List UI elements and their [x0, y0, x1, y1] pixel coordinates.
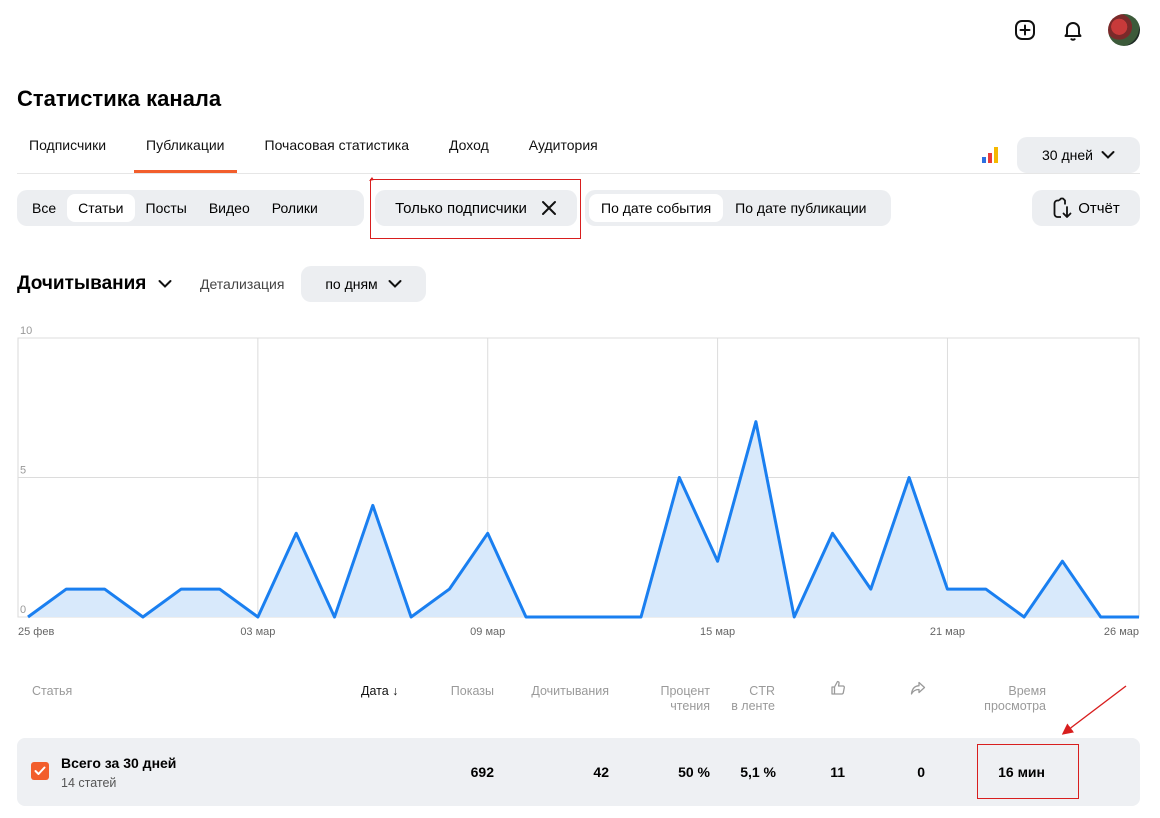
header-date-label: Дата: [361, 684, 389, 698]
header-article[interactable]: Статья: [32, 684, 72, 699]
reads-chart: 10 5 0 25 фев 03 мар 09 мар 15 мар 21 мар 26 мар: [17, 325, 1140, 638]
summary-subtitle: 14 статей: [61, 776, 117, 790]
y-tick-label: 5: [20, 465, 26, 477]
x-tick-label: 03 мар: [240, 626, 275, 638]
tab-hourly-stats[interactable]: Почасовая статистика: [253, 128, 422, 174]
annotation-box-view-time: [977, 744, 1079, 799]
content-type-segmented: Все Статьи Посты Видео Ролики: [17, 190, 364, 226]
page-title: Статистика канала: [17, 86, 222, 111]
header-reads[interactable]: Дочитывания: [510, 684, 609, 699]
report-label: Отчёт: [1078, 199, 1120, 217]
tabs-divider: [17, 173, 1140, 174]
tab-subscribers[interactable]: Подписчики: [17, 128, 118, 174]
header-percent-line2: чтения: [670, 699, 710, 713]
x-tick-label: 15 мар: [700, 626, 735, 638]
detail-select[interactable]: по дням: [301, 266, 426, 302]
content-type-posts[interactable]: Посты: [135, 194, 198, 222]
stats-tabs: Подписчики Публикации Почасовая статисти…: [17, 128, 626, 174]
header-view-time[interactable]: Время просмотра: [960, 684, 1046, 714]
content-type-all[interactable]: Все: [21, 194, 67, 222]
date-mode-event[interactable]: По дате события: [589, 194, 724, 222]
summary-ctr: 5,1 %: [740, 764, 776, 780]
chevron-down-icon: [1101, 151, 1115, 159]
header-date[interactable]: Дата ↓: [361, 684, 398, 699]
tab-audience[interactable]: Аудитория: [517, 128, 610, 174]
top-bar: [1012, 14, 1140, 46]
header-ctr[interactable]: CTR в ленте: [715, 684, 775, 714]
chevron-down-icon: [158, 280, 172, 288]
report-button[interactable]: Отчёт: [1032, 190, 1140, 226]
header-ctr-line2: в ленте: [731, 699, 775, 713]
date-mode-publication[interactable]: По дате публикации: [723, 194, 878, 222]
tab-publications[interactable]: Публикации: [134, 128, 237, 173]
header-percent[interactable]: Процент чтения: [630, 684, 711, 714]
header-percent-line1: Процент: [660, 684, 711, 698]
date-mode-segmented: По дате события По дате публикации: [585, 190, 891, 226]
bell-icon[interactable]: [1060, 17, 1086, 43]
user-avatar[interactable]: [1108, 14, 1140, 46]
report-download-icon: [1053, 197, 1072, 218]
header-time-line1: Время: [1008, 684, 1046, 698]
detail-value: по дням: [325, 276, 378, 292]
x-tick-label: 21 мар: [930, 626, 965, 638]
summary-likes: 11: [830, 764, 845, 780]
header-time-line2: просмотра: [984, 699, 1046, 713]
table-header: Статья Дата ↓ Показы Дочитывания Процент…: [0, 680, 1160, 722]
header-shows[interactable]: Показы: [420, 684, 494, 699]
metric-select[interactable]: Дочитывания: [17, 273, 172, 295]
summary-checkbox[interactable]: [31, 762, 49, 780]
share-icon[interactable]: [910, 680, 926, 700]
content-type-articles[interactable]: Статьи: [67, 194, 135, 222]
summary-row[interactable]: Всего за 30 дней 14 статей 692 42 50 % 5…: [17, 738, 1140, 806]
annotation-box-filter: [370, 179, 581, 239]
metric-label: Дочитывания: [17, 273, 147, 294]
summary-reads: 42: [593, 764, 609, 780]
x-tick-label: 26 мар: [1104, 626, 1139, 638]
period-select[interactable]: 30 дней: [1017, 137, 1140, 173]
x-tick-label: 09 мар: [470, 626, 505, 638]
y-tick-label: 10: [20, 325, 32, 337]
summary-percent: 50 %: [678, 764, 710, 780]
content-type-shorts[interactable]: Ролики: [261, 194, 329, 222]
series-line: [27, 420, 1139, 619]
bar-chart-logo-icon: [982, 147, 1000, 163]
sort-down-icon: ↓: [392, 684, 399, 698]
summary-shows: 692: [470, 764, 494, 780]
period-label: 30 дней: [1042, 147, 1093, 163]
tab-income[interactable]: Доход: [437, 128, 501, 174]
summary-shares: 0: [917, 764, 925, 780]
header-ctr-line1: CTR: [749, 684, 775, 698]
y-tick-label: 0: [20, 604, 26, 616]
detail-label: Детализация: [200, 276, 285, 292]
x-tick-label: 25 фев: [18, 626, 54, 638]
content-type-video[interactable]: Видео: [198, 194, 261, 222]
summary-title: Всего за 30 дней: [61, 755, 177, 771]
plus-square-icon[interactable]: [1012, 17, 1038, 43]
thumbs-up-icon[interactable]: [830, 680, 846, 700]
checkmark-icon: [34, 766, 46, 775]
chevron-down-icon: [388, 280, 402, 288]
